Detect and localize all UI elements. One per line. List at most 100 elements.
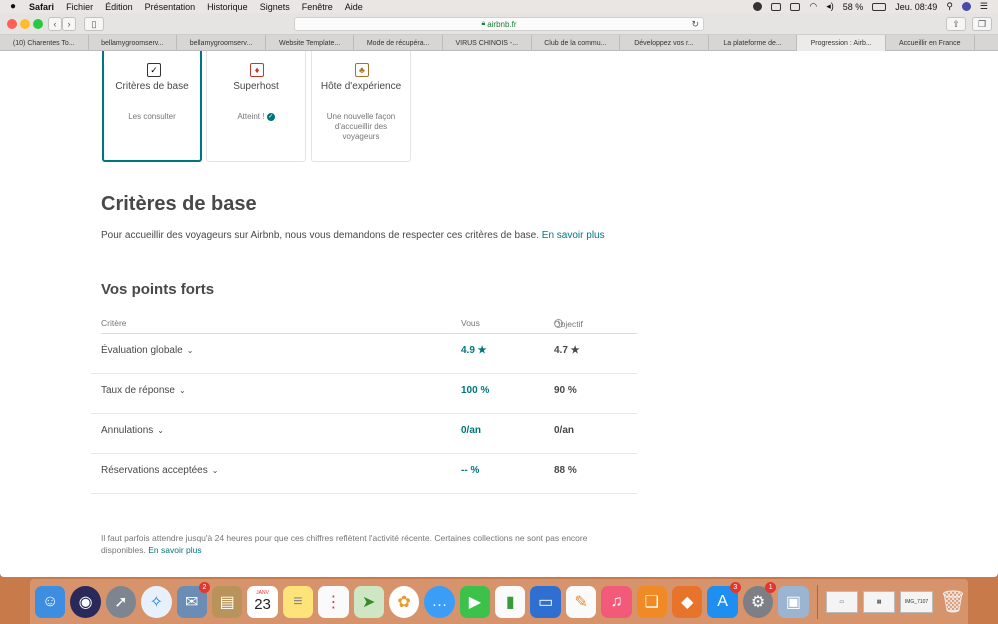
system-preferences-icon[interactable]: ⚙ 1 bbox=[742, 581, 777, 618]
address-book-icon[interactable]: ▤ bbox=[211, 585, 243, 618]
minimize-window-button[interactable] bbox=[20, 19, 30, 29]
battery-percent: 58 % bbox=[842, 1, 864, 12]
card-criteres-de-base[interactable]: ✓ Critères de base Les consulter bbox=[102, 51, 202, 162]
learn-more-link[interactable]: En savoir plus bbox=[542, 230, 605, 241]
airplay-icon[interactable] bbox=[790, 2, 801, 11]
macos-menu-bar: ● Safari Fichier Édition Présentation Hi… bbox=[0, 0, 998, 13]
app-store-icon[interactable]: A3 bbox=[707, 581, 741, 618]
photos-icon[interactable]: ✿ bbox=[388, 585, 420, 618]
creative-cloud-icon[interactable] bbox=[753, 2, 763, 11]
chevron-down-icon: ⌄ bbox=[178, 386, 186, 395]
clipboard-icon: ✓ bbox=[147, 63, 161, 77]
info-icon[interactable]: i bbox=[554, 319, 563, 328]
menu-fichier[interactable]: Fichier bbox=[66, 2, 93, 12]
menu-edition[interactable]: Édition bbox=[105, 2, 133, 12]
notes-icon[interactable]: ≡ bbox=[282, 585, 314, 618]
row-label-toggle[interactable]: Annulations ⌄ bbox=[101, 425, 164, 436]
calendar-day: 23 bbox=[254, 596, 271, 613]
contacts-icon[interactable]: ✉ 2 bbox=[176, 581, 210, 618]
menu-historique[interactable]: Historique bbox=[207, 2, 248, 12]
finder-icon[interactable]: ☺ bbox=[35, 585, 66, 618]
reminders-icon[interactable]: ⋮ bbox=[318, 585, 349, 618]
battery-icon[interactable] bbox=[872, 2, 887, 11]
footnote: Il faut parfois attendre jusqu'à 24 heur… bbox=[101, 533, 588, 555]
card-superhost[interactable]: ♦ Superhost Atteint ! ✓ bbox=[206, 51, 306, 162]
table-header: Critère Vous Objectif i bbox=[101, 317, 637, 334]
tab-overview-icon[interactable]: ❐ bbox=[972, 17, 992, 31]
volume-icon[interactable]: ◂) bbox=[826, 1, 834, 12]
section-title: Vos points forts bbox=[101, 281, 215, 298]
menu-fenetre[interactable]: Fenêtre bbox=[302, 2, 333, 12]
card-hote-experience[interactable]: ♣ Hôte d'expérience Une nouvelle façon d… bbox=[311, 51, 411, 162]
tab-item-active[interactable]: Progression : Airb... bbox=[797, 35, 886, 51]
wifi-icon[interactable]: ◠ bbox=[809, 1, 817, 12]
ibooks-icon[interactable]: ❑ bbox=[636, 585, 668, 618]
thumbnail-label: IMG_7107 bbox=[904, 598, 929, 605]
trash-icon[interactable]: 🗑︎ bbox=[938, 586, 968, 618]
close-window-button[interactable] bbox=[7, 19, 17, 29]
document-thumbnail[interactable]: ▦ bbox=[862, 590, 896, 613]
tab-item[interactable]: bellamygroomserv... bbox=[177, 35, 266, 51]
reload-icon[interactable]: ↻ bbox=[691, 19, 699, 30]
safari-icon[interactable]: ✧ bbox=[141, 585, 172, 618]
pages-icon[interactable]: ✎ bbox=[565, 585, 597, 618]
chevron-down-icon: ⌄ bbox=[157, 426, 164, 435]
tab-item[interactable]: Club de la commu... bbox=[532, 35, 621, 51]
tab-item[interactable]: Accueillir en France bbox=[886, 35, 975, 51]
your-value: 0/an bbox=[461, 425, 482, 436]
back-button[interactable]: ‹ bbox=[48, 17, 62, 31]
your-value: -- % bbox=[461, 465, 480, 476]
messages-icon[interactable]: … bbox=[424, 585, 455, 618]
row-label-toggle[interactable]: Évaluation globale ⌄ bbox=[101, 345, 193, 356]
image-thumbnail[interactable]: IMG_7107 bbox=[900, 590, 933, 613]
forward-button[interactable]: › bbox=[62, 17, 76, 31]
tab-item[interactable]: Développez vos r... bbox=[620, 35, 709, 51]
menu-signets[interactable]: Signets bbox=[260, 2, 290, 12]
table-row: Réservations acceptées ⌄ -- % 88 % bbox=[91, 454, 637, 494]
siri-icon[interactable] bbox=[961, 2, 971, 11]
footnote-learn-more-link[interactable]: En savoir plus bbox=[148, 545, 201, 555]
document-thumbnail[interactable]: ▭ bbox=[825, 590, 858, 613]
table-row: Annulations ⌄ 0/an 0/an bbox=[91, 414, 637, 454]
keynote-icon[interactable]: ▭ bbox=[530, 585, 561, 618]
menu-safari[interactable]: Safari bbox=[29, 2, 54, 12]
sketch-app-icon[interactable]: ◆ bbox=[672, 585, 703, 618]
card-subtitle: Atteint ! ✓ bbox=[237, 112, 275, 121]
row-label-toggle[interactable]: Réservations acceptées ⌄ bbox=[101, 465, 218, 476]
intro-text: Pour accueillir des voyageurs sur Airbnb… bbox=[101, 230, 605, 241]
dock-divider bbox=[816, 584, 818, 619]
sidebar-toggle-icon[interactable]: ▯ bbox=[84, 17, 104, 31]
tab-bar: (10) Charentes To... bellamygroomserv...… bbox=[0, 35, 998, 51]
facetime-icon[interactable]: ▶ bbox=[459, 585, 491, 618]
menu-aide[interactable]: Aide bbox=[345, 2, 363, 12]
itunes-icon[interactable]: ♫ bbox=[601, 585, 632, 618]
share-icon[interactable]: ⇧ bbox=[946, 17, 966, 31]
tab-item[interactable]: bellamygroomserv... bbox=[89, 35, 178, 51]
status-area: ◠ ◂) 58 % Jeu. 08:49 ⚲ ☰ bbox=[753, 0, 988, 13]
tab-item[interactable]: La plateforme de... bbox=[709, 35, 798, 51]
tab-item[interactable]: Website Template... bbox=[266, 35, 355, 51]
launchpad-icon[interactable]: ➚ bbox=[105, 585, 137, 618]
url-text: airbnb.fr bbox=[487, 19, 517, 29]
notification-center-icon[interactable]: ☰ bbox=[980, 1, 988, 12]
your-value: 4.9 ★ bbox=[461, 345, 487, 356]
numbers-icon[interactable]: ▮ bbox=[495, 585, 526, 618]
zoom-window-button[interactable] bbox=[33, 19, 43, 29]
apple-menu-icon[interactable]: ● bbox=[10, 1, 16, 12]
tab-item[interactable]: VIRUS CHINOIS -... bbox=[443, 35, 532, 51]
row-label-toggle[interactable]: Taux de réponse ⌄ bbox=[101, 385, 186, 396]
chevron-down-icon: ⌄ bbox=[211, 466, 219, 475]
calendar-icon[interactable]: JANV 23 bbox=[247, 585, 278, 618]
siri-dock-icon[interactable]: ◉ bbox=[70, 585, 101, 618]
preview-icon[interactable]: ▣ bbox=[778, 585, 809, 618]
tab-item[interactable]: (10) Charentes To... bbox=[0, 35, 89, 51]
prefs-badge: 1 bbox=[765, 581, 777, 593]
tab-item[interactable]: Mode de récupéra... bbox=[354, 35, 443, 51]
clock[interactable]: Jeu. 08:49 bbox=[895, 2, 937, 12]
menu-presentation[interactable]: Présentation bbox=[145, 2, 196, 12]
spotlight-icon[interactable]: ⚲ bbox=[946, 1, 953, 12]
display-icon[interactable] bbox=[771, 2, 782, 11]
maps-icon[interactable]: ➤ bbox=[353, 585, 384, 618]
col-vous: Vous bbox=[461, 318, 480, 328]
address-bar[interactable]: 🔒︎ airbnb.fr ↻ bbox=[294, 17, 704, 31]
